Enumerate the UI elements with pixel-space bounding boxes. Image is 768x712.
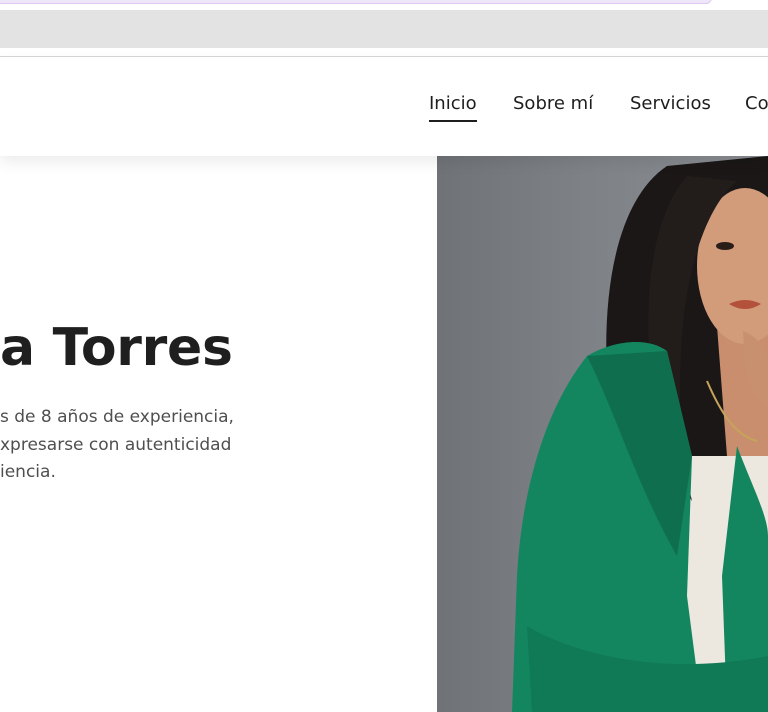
hero-description-line-2: xpresarse con autenticidad: [0, 434, 232, 455]
browser-pill-bar: [0, 0, 712, 4]
nav-item-contacto[interactable]: Co: [745, 93, 768, 114]
hero-description-line-3: iencia.: [0, 462, 56, 482]
portrait-illustration: [512, 156, 768, 712]
browser-toolbar: [0, 10, 768, 48]
nav-item-sobre-mi[interactable]: Sobre mí: [513, 93, 593, 114]
hero-section: a Torres s de 8 años de experiencia, xpr…: [0, 156, 768, 712]
hero-description: s de 8 años de experiencia, xpresarse co…: [0, 404, 280, 487]
nav-item-servicios[interactable]: Servicios: [630, 93, 711, 114]
browser-divider: [0, 48, 768, 57]
hero-title: a Torres: [0, 318, 233, 378]
site-header: Inicio Sobre mí Servicios Co: [0, 57, 768, 156]
nav-item-inicio[interactable]: Inicio: [429, 93, 477, 122]
hero-description-line-1: s de 8 años de experiencia,: [0, 407, 234, 427]
main-nav: Inicio Sobre mí Servicios Co: [0, 57, 768, 156]
hero-portrait-photo: [437, 156, 768, 712]
